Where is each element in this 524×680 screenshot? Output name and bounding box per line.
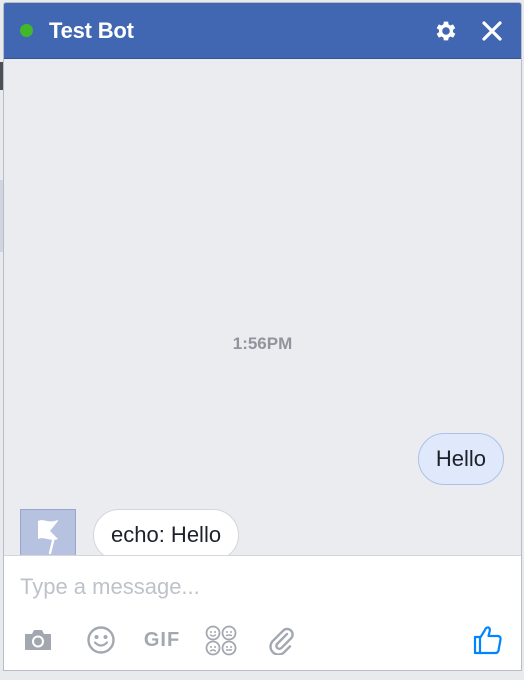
message-list[interactable]: 1:56PM Hello echo: Hello xyxy=(4,59,521,565)
attachment-icon[interactable] xyxy=(263,622,299,658)
camera-icon[interactable] xyxy=(20,622,56,658)
stickers-icon[interactable] xyxy=(203,622,239,658)
outgoing-message[interactable]: Hello xyxy=(417,433,504,485)
composer-toolbar: GIF xyxy=(20,622,505,658)
close-icon[interactable] xyxy=(477,16,507,46)
emoji-icon[interactable] xyxy=(84,622,118,658)
thumbs-up-icon[interactable] xyxy=(471,622,505,658)
message-timestamp: 1:56PM xyxy=(232,334,293,353)
gif-label: GIF xyxy=(143,628,181,651)
message-composer: GIF xyxy=(4,555,521,670)
chat-header[interactable]: Test Bot xyxy=(4,3,521,59)
gif-icon[interactable]: GIF xyxy=(142,622,182,658)
online-status-dot xyxy=(20,24,33,37)
chat-window: Test Bot 1:56PM Hello echo: Hello Type a… xyxy=(3,2,522,671)
chat-title[interactable]: Test Bot xyxy=(49,18,415,44)
flag-icon xyxy=(30,515,66,560)
message-input[interactable] xyxy=(20,574,490,600)
incoming-message[interactable]: echo: Hello xyxy=(93,509,240,561)
gear-icon[interactable] xyxy=(431,16,461,46)
